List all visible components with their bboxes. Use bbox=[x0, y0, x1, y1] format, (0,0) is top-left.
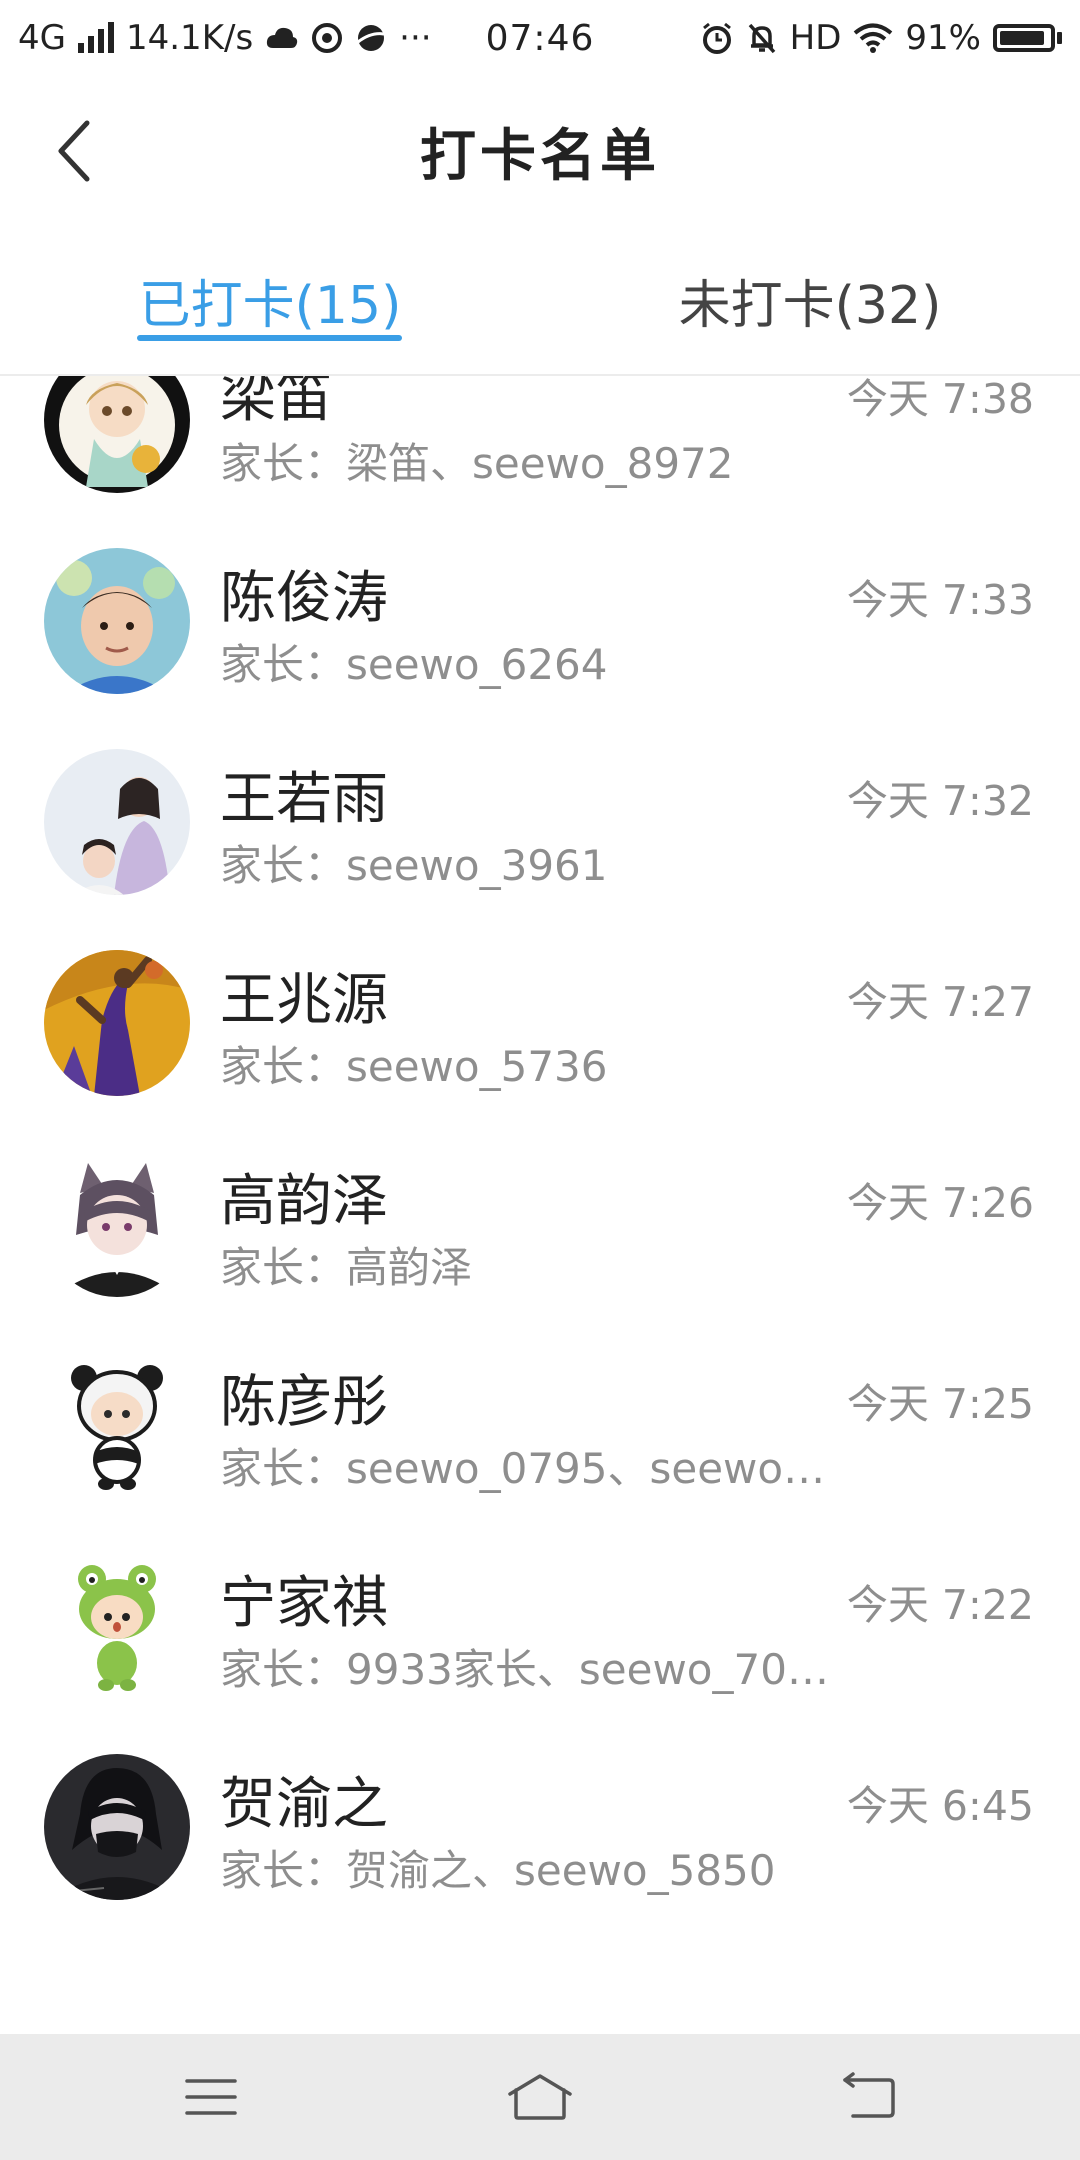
signal-icon bbox=[77, 22, 114, 53]
student-name: 高韵泽 bbox=[220, 1169, 388, 1234]
checkin-time: 今天 7:38 bbox=[846, 376, 1034, 423]
hd-indicator: HD bbox=[789, 18, 842, 58]
avatar bbox=[44, 950, 190, 1096]
back-button[interactable] bbox=[38, 116, 108, 186]
parent-list: 家长：9933家长、seewo_7000 bbox=[220, 1645, 832, 1694]
system-nav-bar bbox=[0, 2034, 1080, 2160]
student-name: 宁家祺 bbox=[220, 1571, 388, 1636]
home-icon bbox=[508, 2074, 572, 2120]
checkin-time: 今天 6:45 bbox=[846, 1782, 1034, 1830]
tab-checked-in[interactable]: 已打卡(15) bbox=[100, 226, 440, 374]
parent-list: 家长：seewo_0795、seewo_1234 bbox=[220, 1444, 832, 1493]
student-name: 贺渝之 bbox=[220, 1772, 388, 1837]
checkin-time: 今天 7:22 bbox=[846, 1581, 1034, 1629]
tab-not-checked-in[interactable]: 未打卡(32) bbox=[640, 226, 980, 374]
list-item[interactable]: 王兆源 家长：seewo_5736 今天 7:27 bbox=[0, 915, 1080, 1116]
avatar bbox=[44, 1754, 190, 1900]
app-notification-icon bbox=[312, 23, 343, 53]
wifi-icon bbox=[854, 23, 893, 53]
parent-list: 家长：梁笛、seewo_8972 bbox=[220, 439, 734, 488]
page-title: 打卡名单 bbox=[420, 123, 660, 189]
alarm-icon bbox=[702, 22, 731, 54]
network-speed: 14.1K/s bbox=[125, 18, 254, 58]
network-type: 4G bbox=[18, 18, 66, 58]
avatar bbox=[44, 1151, 190, 1297]
list-item[interactable]: 陈彦彤 家长：seewo_0795、seewo_1234 今天 7:25 bbox=[0, 1317, 1080, 1518]
menu-button[interactable] bbox=[171, 2064, 251, 2130]
back-nav-button[interactable] bbox=[829, 2064, 909, 2130]
avatar bbox=[44, 548, 190, 694]
student-name: 陈彦彤 bbox=[220, 1370, 388, 1435]
list-item[interactable]: 陈俊涛 家长：seewo_6264 今天 7:33 bbox=[0, 513, 1080, 714]
checkin-list: 梁笛 家长：梁笛、seewo_8972 今天 7:38 陈俊涛 家长：seewo… bbox=[0, 376, 1080, 2034]
back-arrow-icon bbox=[58, 120, 90, 182]
status-left: 4G 14.1K/s ··· bbox=[18, 18, 432, 58]
avatar bbox=[44, 1352, 190, 1498]
list-item[interactable]: 梁笛 家长：梁笛、seewo_8972 今天 7:38 bbox=[0, 376, 1080, 513]
home-button[interactable] bbox=[500, 2064, 580, 2130]
parent-list: 家长：seewo_5736 bbox=[220, 1042, 608, 1091]
mute-bell-icon bbox=[748, 23, 775, 54]
overflow-dots: ··· bbox=[399, 18, 432, 58]
checkin-time: 今天 7:33 bbox=[846, 576, 1034, 624]
list-item[interactable]: 高韵泽 家长：高韵泽 今天 7:26 bbox=[0, 1116, 1080, 1317]
list-item[interactable]: 贺渝之 家长：贺渝之、seewo_5850 今天 6:45 bbox=[0, 1719, 1080, 1920]
status-bar: 4G 14.1K/s ··· 07:46 HD 91% bbox=[0, 0, 1080, 76]
checkin-time: 今天 7:32 bbox=[846, 777, 1034, 825]
checkin-time: 今天 7:25 bbox=[846, 1380, 1034, 1428]
student-name: 王若雨 bbox=[220, 767, 388, 832]
avatar bbox=[44, 376, 190, 493]
battery-percent: 91% bbox=[905, 18, 981, 58]
status-right: HD 91% bbox=[700, 18, 1062, 58]
avatar bbox=[44, 749, 190, 895]
parent-list: 家长：贺渝之、seewo_5850 bbox=[220, 1846, 776, 1895]
list-item[interactable]: 宁家祺 家长：9933家长、seewo_7000 今天 7:22 bbox=[0, 1518, 1080, 1719]
checkin-time: 今天 7:27 bbox=[846, 978, 1034, 1026]
student-name: 王兆源 bbox=[220, 968, 388, 1033]
student-name: 梁笛 bbox=[220, 376, 332, 430]
cloud-icon bbox=[267, 27, 298, 48]
clock: 07:46 bbox=[485, 17, 595, 59]
back-icon bbox=[843, 2072, 895, 2118]
active-tab-indicator bbox=[137, 335, 402, 341]
parent-list: 家长：高韵泽 bbox=[220, 1243, 473, 1292]
checkin-time: 今天 7:26 bbox=[846, 1179, 1034, 1227]
battery-icon bbox=[993, 24, 1062, 52]
avatar bbox=[44, 1553, 190, 1699]
tab-bar: 已打卡(15) 未打卡(32) bbox=[0, 226, 1080, 376]
parent-list: 家长：seewo_6264 bbox=[220, 640, 608, 689]
student-name: 陈俊涛 bbox=[220, 566, 388, 631]
planet-icon bbox=[357, 25, 385, 51]
app-header: 打卡名单 bbox=[0, 76, 1080, 226]
menu-icon bbox=[185, 2079, 237, 2115]
list-item[interactable]: 王若雨 家长：seewo_3961 今天 7:32 bbox=[0, 714, 1080, 915]
parent-list: 家长：seewo_3961 bbox=[220, 841, 608, 890]
